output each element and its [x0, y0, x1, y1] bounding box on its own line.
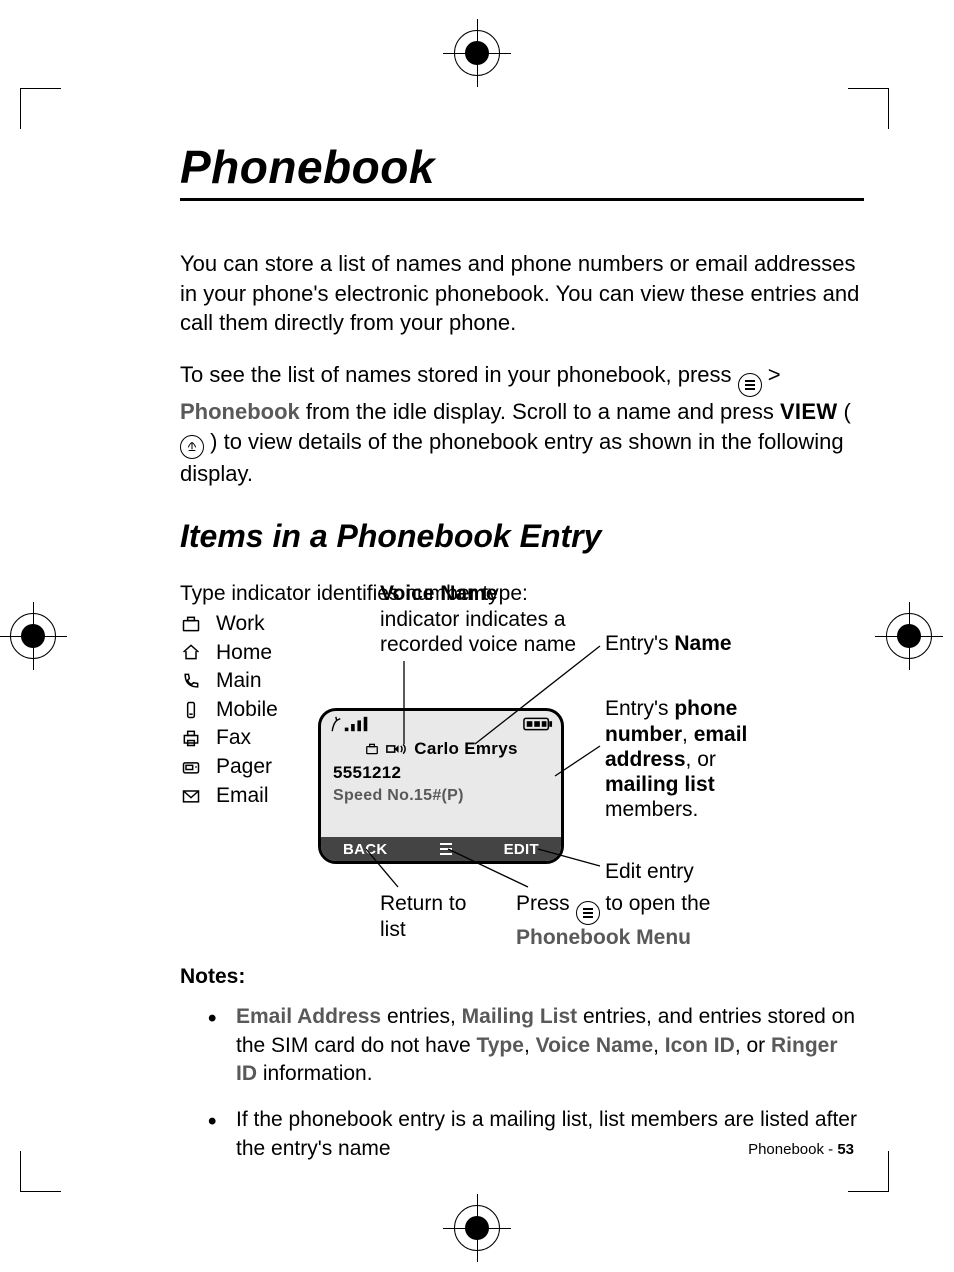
- registration-mark-icon: [10, 613, 56, 659]
- phonebook-entry-figure: Type indicator identifies number type: W…: [180, 581, 864, 961]
- phone-icon: [180, 671, 202, 691]
- crop-mark-icon: [848, 88, 889, 129]
- note-item: Email Address entries, Mailing List entr…: [208, 1003, 864, 1088]
- title-rule: [180, 198, 864, 201]
- softkey-icon: [180, 435, 204, 459]
- softkey-label: VIEW: [780, 399, 837, 424]
- term: Voice Name: [536, 1034, 654, 1057]
- text: to view details of the phonebook entry a…: [180, 429, 844, 486]
- press-menu-callout: Press to open the Phonebook Menu: [516, 891, 776, 950]
- text: , or: [735, 1034, 771, 1057]
- email-icon: [180, 786, 202, 806]
- intro-paragraph: You can store a list of names and phone …: [180, 249, 864, 338]
- voice-name-callout: Voice Name indicator indicates a recorde…: [380, 581, 580, 657]
- notes-list: Email Address entries, Mailing List entr…: [208, 1003, 864, 1163]
- registration-mark-icon: [454, 1205, 500, 1251]
- text: information.: [257, 1062, 373, 1085]
- back-softkey: BACK: [343, 841, 388, 858]
- label: mailing list: [605, 773, 715, 796]
- edit-entry-callout: Edit entry: [605, 859, 694, 884]
- label: Fax: [216, 725, 251, 751]
- section-heading: Items in a Phonebook Entry: [180, 518, 864, 555]
- phone-display: Carlo Emrys 5551212 Speed No.15#(P) BACK…: [318, 708, 564, 864]
- pager-icon: [180, 757, 202, 777]
- text: To see the list of names stored in your …: [180, 362, 738, 387]
- text: Press: [516, 892, 576, 915]
- label: Email: [216, 783, 269, 809]
- text: >: [768, 362, 781, 387]
- softkey-bar: BACK EDIT: [321, 837, 561, 861]
- speed-dial: Speed No.15#(P): [321, 783, 561, 805]
- label: Type: [180, 582, 226, 605]
- entry-name: Carlo Emrys: [414, 739, 517, 759]
- text: ,: [524, 1034, 536, 1057]
- notes-heading: Notes:: [180, 965, 864, 989]
- label: Phonebook Menu: [516, 926, 691, 949]
- fax-icon: [180, 728, 202, 748]
- voice-icon: [386, 742, 408, 756]
- signal-icon: [329, 715, 375, 738]
- text: ,: [682, 723, 694, 746]
- page-title: Phonebook: [180, 140, 864, 194]
- label: Name: [674, 632, 731, 655]
- text: Entry's: [605, 697, 674, 720]
- registration-mark-icon: [886, 613, 932, 659]
- footer-label: Phonebook -: [748, 1141, 837, 1158]
- entry-name-row: Carlo Emrys: [321, 739, 561, 759]
- label: Voice Name: [380, 582, 498, 605]
- menu-path: Phonebook: [180, 399, 300, 424]
- term: Email Address: [236, 1005, 381, 1028]
- menu-softkey-icon: [440, 843, 452, 855]
- entry-number: 5551212: [321, 759, 561, 783]
- entry-name-callout: Entry's Name: [605, 631, 732, 656]
- crop-mark-icon: [20, 88, 61, 129]
- crop-mark-icon: [20, 1151, 61, 1192]
- label: Main: [216, 668, 262, 694]
- text: to open the: [605, 892, 710, 915]
- home-icon: [180, 642, 202, 662]
- label: Work: [216, 611, 265, 637]
- text: entries,: [381, 1005, 462, 1028]
- registration-mark-icon: [454, 30, 500, 76]
- work-icon: [180, 614, 202, 634]
- term: Mailing List: [462, 1005, 578, 1028]
- entry-value-callout: Entry's phone number, email address, or …: [605, 696, 775, 822]
- text: , or: [686, 748, 716, 771]
- text: ,: [653, 1034, 665, 1057]
- label: Mobile: [216, 697, 278, 723]
- edit-softkey: EDIT: [504, 841, 539, 858]
- page-footer: Phonebook - 53: [748, 1141, 854, 1158]
- page-number: 53: [837, 1141, 854, 1158]
- text: members.: [605, 798, 698, 821]
- battery-icon: [523, 716, 553, 737]
- term: Type: [476, 1034, 523, 1057]
- label: Pager: [216, 754, 272, 780]
- manual-page: Phonebook You can store a list of names …: [0, 0, 954, 1272]
- type-main: Main: [180, 668, 528, 694]
- text: ): [210, 429, 217, 454]
- text: Entry's: [605, 632, 674, 655]
- howto-paragraph: To see the list of names stored in your …: [180, 360, 864, 488]
- mobile-icon: [180, 700, 202, 720]
- label: Home: [216, 640, 272, 666]
- text: from the idle display. Scroll to a name …: [306, 399, 780, 424]
- text: (: [844, 399, 851, 424]
- menu-key-icon: [576, 901, 600, 925]
- text: indicator indicates a recorded voice nam…: [380, 608, 576, 656]
- return-callout: Return to list: [380, 891, 490, 941]
- term: Icon ID: [665, 1034, 735, 1057]
- menu-key-icon: [738, 373, 762, 397]
- work-icon: [364, 742, 380, 756]
